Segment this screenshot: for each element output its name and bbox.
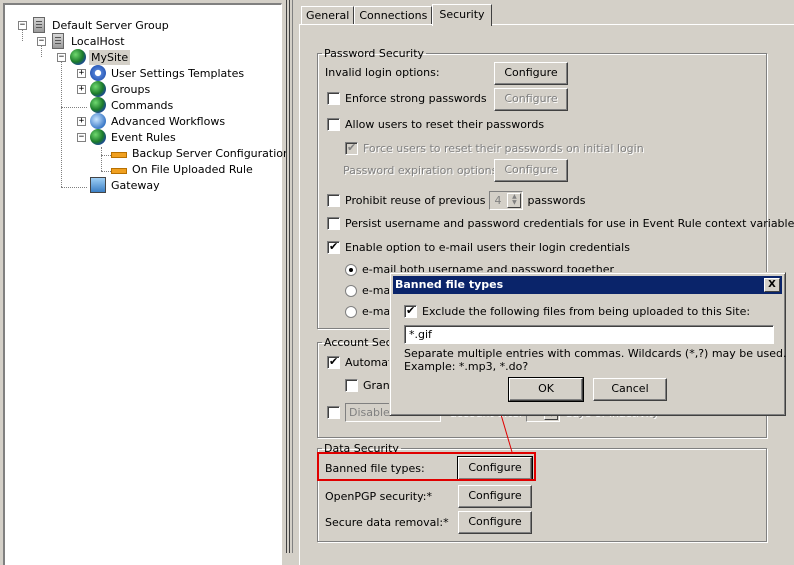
cancel-button[interactable]: Cancel (593, 378, 667, 401)
ok-button[interactable]: OK (508, 377, 584, 402)
help-text-line2: Example: *.mp3, *.do? (404, 360, 529, 373)
tab-security[interactable]: Security (432, 4, 492, 26)
banned-file-types-dialog: Banned file types X Exclude the followin… (389, 272, 787, 416)
banned-extensions-input[interactable]: *.gif (404, 325, 774, 344)
dialog-title: Banned file types (395, 278, 504, 291)
help-text-line1: Separate multiple entries with commas. W… (404, 347, 787, 360)
exclude-files-checkbox[interactable] (404, 304, 417, 318)
exclude-files-row[interactable]: Exclude the following files from being u… (404, 304, 750, 318)
close-icon[interactable]: X (764, 278, 780, 292)
dialog-titlebar[interactable]: Banned file types X (393, 276, 782, 294)
